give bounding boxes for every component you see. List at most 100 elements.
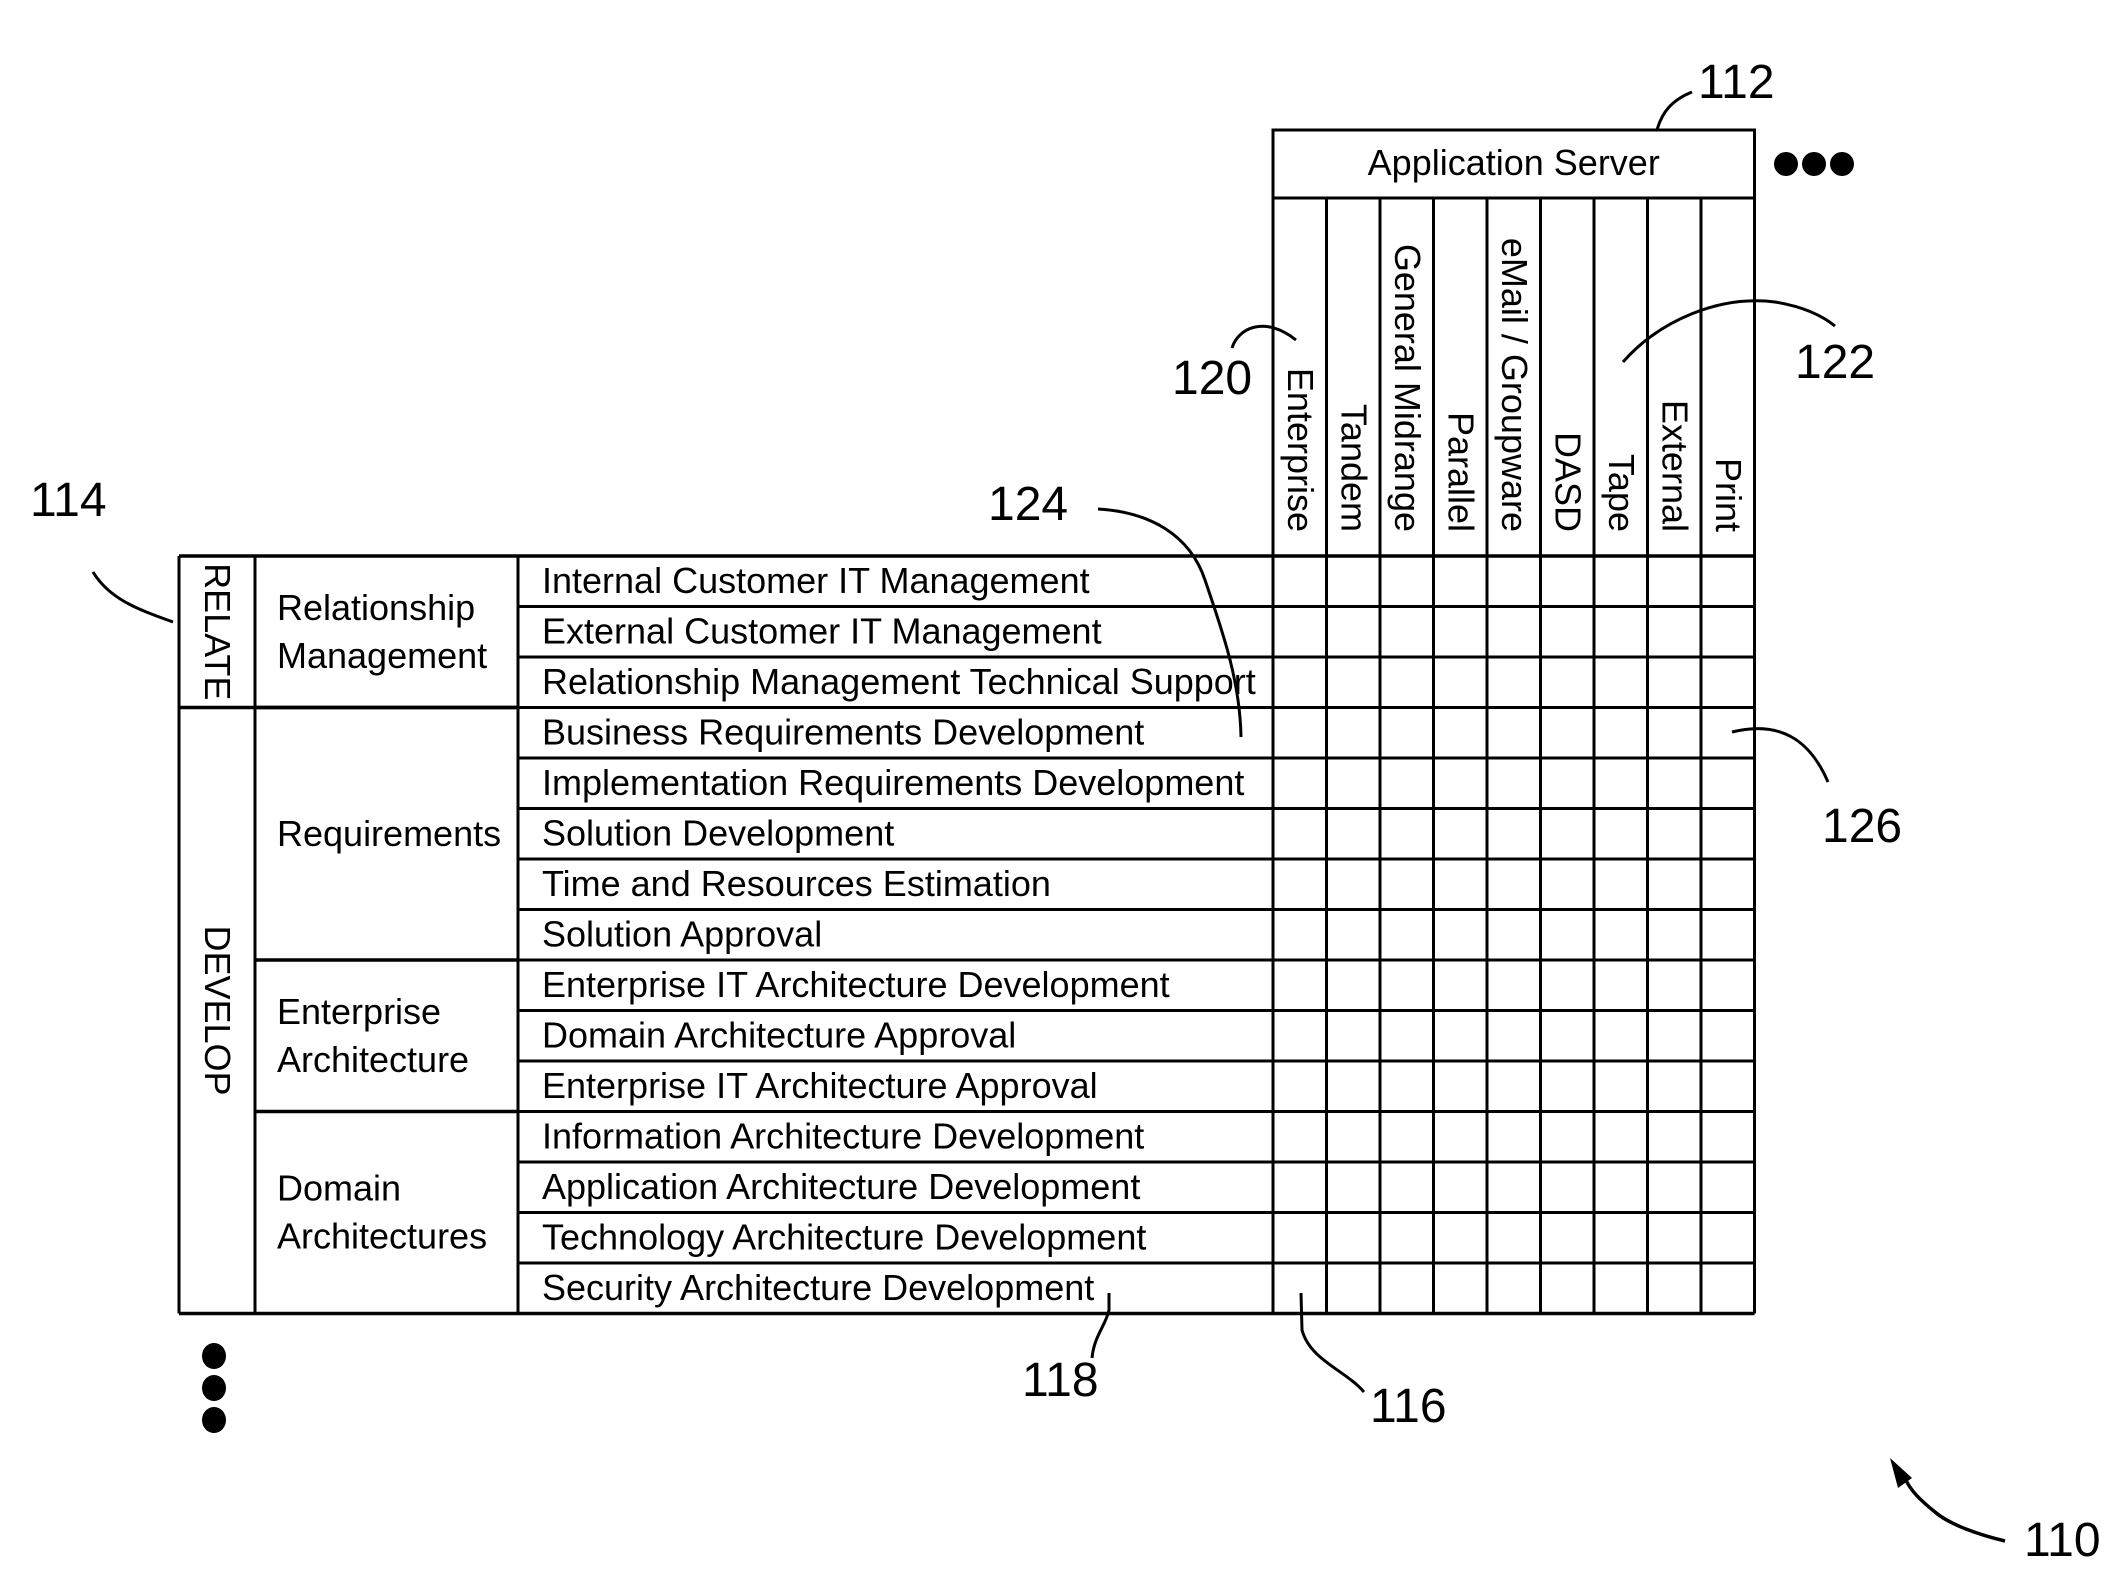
matrix-cell[interactable] — [1596, 811, 1646, 858]
matrix-cell[interactable] — [1703, 1265, 1753, 1312]
matrix-cell[interactable] — [1382, 861, 1432, 908]
matrix-cell[interactable] — [1329, 962, 1379, 1009]
matrix-cell[interactable] — [1703, 659, 1753, 706]
matrix-cell[interactable] — [1650, 1164, 1700, 1211]
matrix-cell[interactable] — [1703, 861, 1753, 908]
matrix-cell[interactable] — [1650, 811, 1700, 858]
matrix-cell[interactable] — [1596, 1013, 1646, 1060]
matrix-cell[interactable] — [1489, 558, 1539, 605]
matrix-cell[interactable] — [1489, 1013, 1539, 1060]
matrix-cell[interactable] — [1596, 1215, 1646, 1262]
matrix-cell[interactable] — [1329, 558, 1379, 605]
matrix-cell[interactable] — [1596, 609, 1646, 656]
matrix-cell[interactable] — [1382, 1164, 1432, 1211]
matrix-cell[interactable] — [1650, 1114, 1700, 1161]
matrix-cell[interactable] — [1329, 811, 1379, 858]
matrix-cell[interactable] — [1650, 710, 1700, 757]
matrix-cell[interactable] — [1543, 760, 1593, 807]
matrix-cell[interactable] — [1543, 1013, 1593, 1060]
matrix-cell[interactable] — [1703, 811, 1753, 858]
matrix-cell[interactable] — [1436, 659, 1486, 706]
matrix-cell[interactable] — [1489, 962, 1539, 1009]
matrix-cell[interactable] — [1703, 1013, 1753, 1060]
matrix-cell[interactable] — [1382, 1114, 1432, 1161]
matrix-cell[interactable] — [1436, 609, 1486, 656]
matrix-cell[interactable] — [1543, 811, 1593, 858]
matrix-cell[interactable] — [1436, 710, 1486, 757]
matrix-cell[interactable] — [1436, 912, 1486, 959]
matrix-cell[interactable] — [1489, 659, 1539, 706]
matrix-cell[interactable] — [1489, 861, 1539, 908]
matrix-cell[interactable] — [1382, 710, 1432, 757]
matrix-cell[interactable] — [1275, 760, 1325, 807]
matrix-cell[interactable] — [1436, 760, 1486, 807]
matrix-cell[interactable] — [1543, 1164, 1593, 1211]
matrix-cell[interactable] — [1543, 912, 1593, 959]
matrix-cell[interactable] — [1489, 1114, 1539, 1161]
matrix-cell[interactable] — [1329, 1114, 1379, 1161]
matrix-cell[interactable] — [1436, 1013, 1486, 1060]
matrix-cell[interactable] — [1703, 912, 1753, 959]
matrix-cell[interactable] — [1436, 1164, 1486, 1211]
matrix-cell[interactable] — [1703, 609, 1753, 656]
matrix-cell[interactable] — [1275, 1265, 1325, 1312]
matrix-cell[interactable] — [1489, 1164, 1539, 1211]
matrix-cell[interactable] — [1275, 1164, 1325, 1211]
matrix-cell[interactable] — [1489, 1215, 1539, 1262]
matrix-cell[interactable] — [1543, 609, 1593, 656]
matrix-cell[interactable] — [1650, 912, 1700, 959]
matrix-cell[interactable] — [1489, 710, 1539, 757]
matrix-cell[interactable] — [1650, 1215, 1700, 1262]
matrix-cell[interactable] — [1543, 1265, 1593, 1312]
matrix-cell[interactable] — [1382, 659, 1432, 706]
matrix-cell[interactable] — [1650, 659, 1700, 706]
matrix-cell[interactable] — [1329, 710, 1379, 757]
matrix-cell[interactable] — [1489, 609, 1539, 656]
matrix-cell[interactable] — [1436, 1215, 1486, 1262]
matrix-cell[interactable] — [1596, 558, 1646, 605]
matrix-cell[interactable] — [1329, 912, 1379, 959]
matrix-cell[interactable] — [1489, 811, 1539, 858]
matrix-cell[interactable] — [1650, 861, 1700, 908]
matrix-cell[interactable] — [1650, 1013, 1700, 1060]
matrix-cell[interactable] — [1436, 1265, 1486, 1312]
matrix-cell[interactable] — [1543, 1114, 1593, 1161]
matrix-cell[interactable] — [1329, 1013, 1379, 1060]
matrix-cell[interactable] — [1650, 1063, 1700, 1110]
matrix-cell[interactable] — [1382, 1063, 1432, 1110]
matrix-cell[interactable] — [1275, 710, 1325, 757]
matrix-cell[interactable] — [1382, 760, 1432, 807]
matrix-cell[interactable] — [1329, 760, 1379, 807]
matrix-cell[interactable] — [1596, 962, 1646, 1009]
matrix-cell[interactable] — [1329, 1063, 1379, 1110]
matrix-cell[interactable] — [1596, 760, 1646, 807]
matrix-cell[interactable] — [1596, 912, 1646, 959]
matrix-cell[interactable] — [1275, 912, 1325, 959]
matrix-cell[interactable] — [1275, 558, 1325, 605]
matrix-cell[interactable] — [1436, 1114, 1486, 1161]
matrix-cell[interactable] — [1489, 912, 1539, 959]
matrix-cell[interactable] — [1275, 609, 1325, 656]
matrix-cell[interactable] — [1703, 962, 1753, 1009]
matrix-cell[interactable] — [1596, 659, 1646, 706]
matrix-cell[interactable] — [1275, 1114, 1325, 1161]
matrix-cell[interactable] — [1382, 962, 1432, 1009]
matrix-cell[interactable] — [1703, 1215, 1753, 1262]
matrix-cell[interactable] — [1436, 811, 1486, 858]
matrix-cell[interactable] — [1275, 1215, 1325, 1262]
matrix-cell[interactable] — [1436, 962, 1486, 1009]
matrix-cell[interactable] — [1436, 1063, 1486, 1110]
matrix-cell[interactable] — [1382, 558, 1432, 605]
matrix-cell[interactable] — [1489, 1265, 1539, 1312]
matrix-cell[interactable] — [1543, 1063, 1593, 1110]
matrix-cell[interactable] — [1275, 962, 1325, 1009]
matrix-cell[interactable] — [1275, 1013, 1325, 1060]
matrix-cell[interactable] — [1703, 1164, 1753, 1211]
matrix-cell[interactable] — [1596, 710, 1646, 757]
matrix-cell[interactable] — [1596, 861, 1646, 908]
matrix-cell[interactable] — [1382, 912, 1432, 959]
matrix-cell[interactable] — [1329, 1215, 1379, 1262]
matrix-cell[interactable] — [1650, 609, 1700, 656]
matrix-cell[interactable] — [1703, 1063, 1753, 1110]
matrix-cell[interactable] — [1382, 811, 1432, 858]
